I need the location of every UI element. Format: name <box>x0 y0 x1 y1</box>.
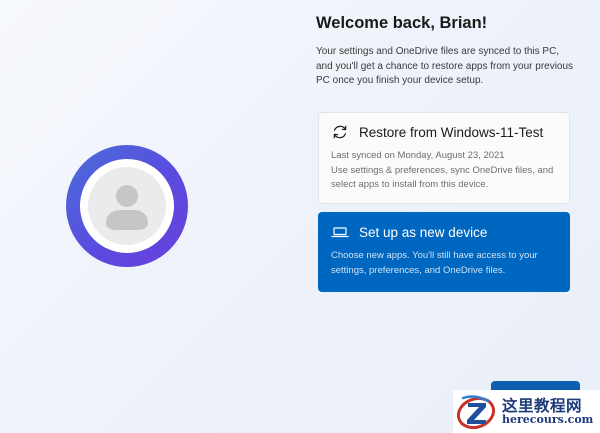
new-device-option-description: Choose new apps. You'll still have acces… <box>331 250 538 276</box>
restore-option-title: Restore from Windows-11-Test <box>359 124 544 140</box>
page-title: Welcome back, Brian! <box>316 14 488 32</box>
avatar-disc <box>88 167 166 245</box>
person-icon <box>106 185 148 230</box>
watermark-logo-icon <box>456 394 496 429</box>
new-device-option-card[interactable]: Set up as new device Choose new apps. Yo… <box>318 212 570 292</box>
avatar-inner-ring <box>80 159 174 253</box>
sync-icon <box>331 123 349 141</box>
restore-option-header: Restore from Windows-11-Test <box>331 123 557 141</box>
page-subtitle: Your settings and OneDrive files are syn… <box>316 46 574 86</box>
laptop-icon <box>331 223 349 241</box>
restore-last-synced: Last synced on Monday, August 23, 2021 <box>331 150 505 161</box>
watermark-url: herecours.com <box>502 412 594 426</box>
new-device-option-title: Set up as new device <box>359 224 488 240</box>
restore-option-card[interactable]: Restore from Windows-11-Test Last synced… <box>318 112 570 204</box>
restore-option-details: Last synced on Monday, August 23, 2021 U… <box>331 149 557 193</box>
avatar <box>66 145 188 267</box>
new-device-option-header: Set up as new device <box>331 223 557 241</box>
watermark-text-cn: 这里教程网 <box>502 396 583 415</box>
watermark: 这里教程网 herecours.com <box>453 390 600 433</box>
watermark-text: 这里教程网 herecours.com <box>502 396 594 426</box>
restore-option-description: Use settings & preferences, sync OneDriv… <box>331 164 554 191</box>
